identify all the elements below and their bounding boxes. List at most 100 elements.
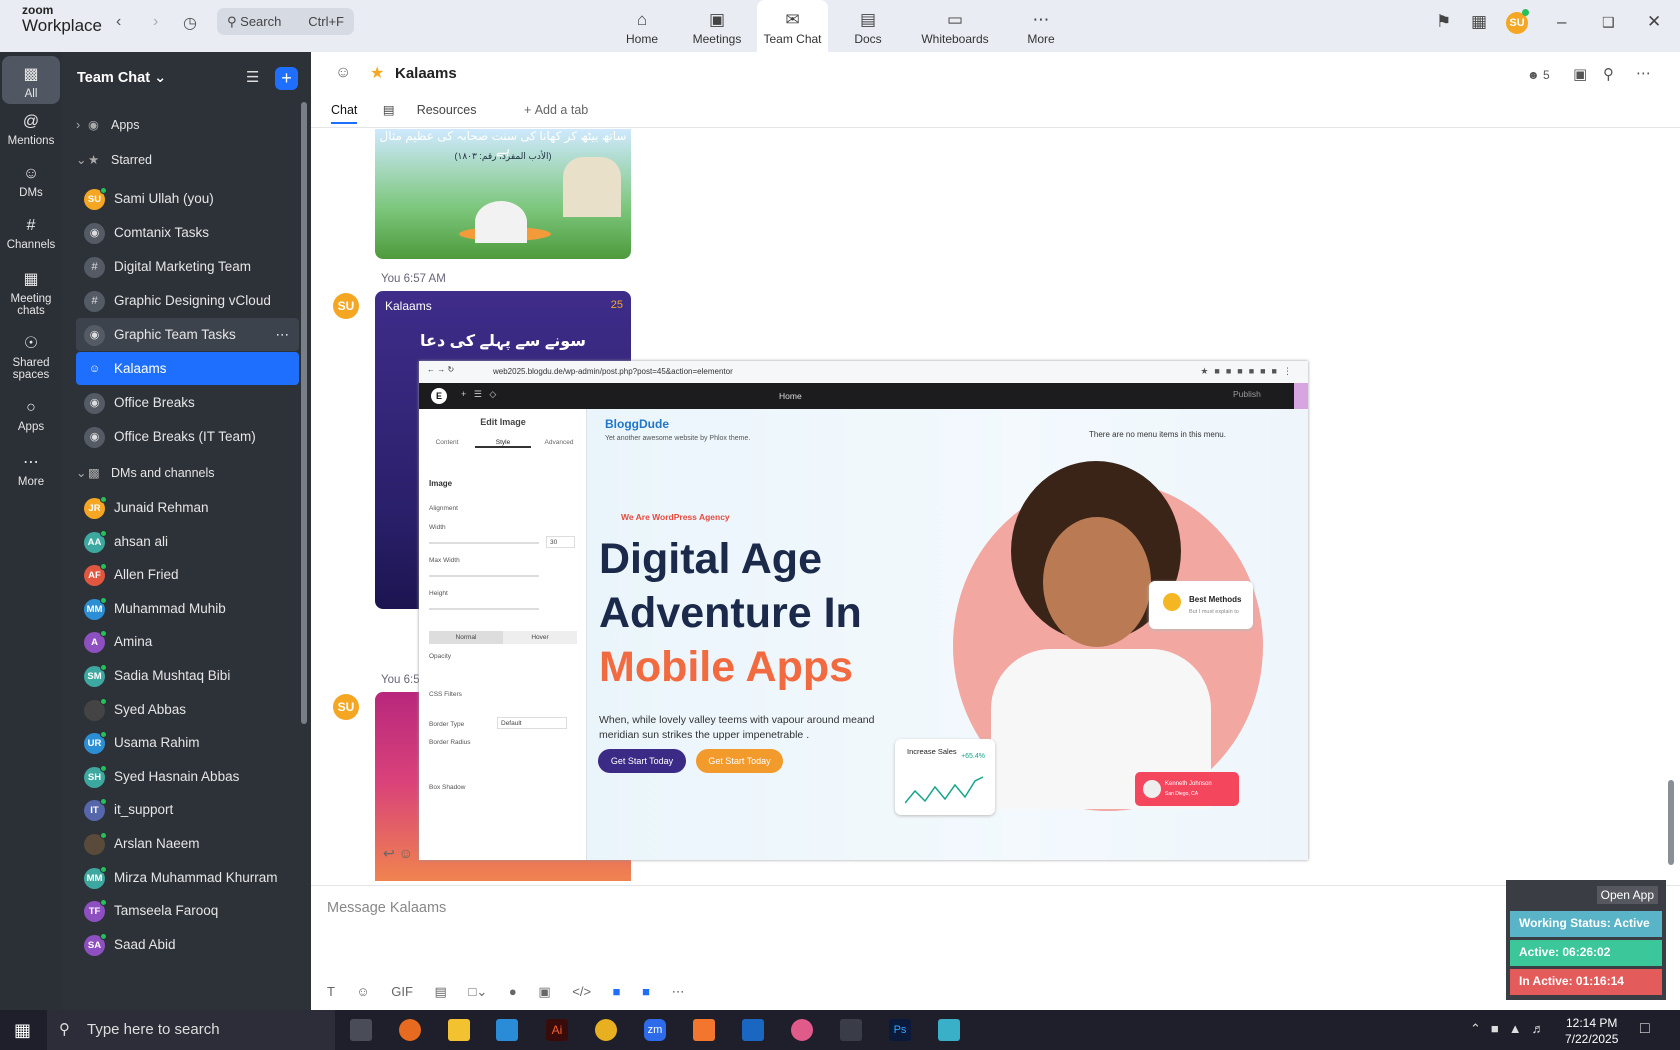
star-icon[interactable]: ★ [370,63,384,83]
sidebar-item-sami-ullah[interactable]: SU Sami Ullah (you) [76,182,299,215]
rail-more[interactable]: ⋯ More [2,452,60,488]
outlook-icon[interactable] [742,1019,764,1041]
video-icon[interactable]: ▣ [538,984,550,999]
message-image[interactable]: ساتھ بیٹھ کر کھانا کی سنت صحابہ کی عظیم … [375,129,631,259]
search-icon[interactable]: ⚲ [1603,65,1614,83]
notification-icon[interactable]: □ [1640,1020,1650,1038]
clock[interactable]: 12:14 PM 7/22/2025 [1565,1015,1618,1047]
code-icon[interactable]: </> [572,984,591,999]
bell-icon[interactable]: ⚑ [1436,12,1451,32]
sidebar-dm-item[interactable]: SM Sadia Mushtaq Bibi [76,659,299,692]
minimize-icon[interactable]: – [1557,12,1566,32]
emoji-icon[interactable]: ☺ [356,984,369,999]
section-apps[interactable]: › ◉ Apps [76,109,299,142]
windows-start-icon[interactable]: ▦ [14,1020,31,1041]
sidebar-dm-item[interactable]: TF Tamseela Farooq [76,894,299,927]
rail-meeting-chats[interactable]: ▦ Meeting chats [2,269,60,317]
chrome-icon[interactable] [595,1019,617,1041]
file-explorer-icon[interactable] [448,1019,470,1041]
tab-meetings[interactable]: ▣ Meetings [688,0,746,52]
sidebar-item-digital-marketing[interactable]: # Digital Marketing Team [76,250,299,283]
channel-title[interactable]: Kalaams [395,65,457,82]
screenshot-icon[interactable]: □⌄ [468,984,487,999]
more-icon[interactable]: ⋯ [1636,64,1651,82]
sidebar-dm-item[interactable]: MM Mirza Muhammad Khurram [76,861,299,894]
rail-all[interactable]: ▩ All [2,56,60,104]
elementor-screenshot[interactable]: ← → ↻ web2025.blogdu.de/wp-admin/post.ph… [419,361,1308,860]
sidebar-dm-item[interactable]: IT it_support [76,793,299,826]
sidebar-item-graphic-team-tasks[interactable]: ◉ Graphic Team Tasks ⋯ [76,318,299,351]
sidebar-dm-item[interactable]: SA Saad Abid [76,928,299,961]
rail-mentions[interactable]: @ Mentions [2,113,60,147]
open-app-button[interactable]: Open App [1596,886,1658,904]
tab-whiteboards[interactable]: ▭ Whiteboards [915,0,995,52]
photoshop-icon[interactable]: Ps [889,1019,911,1041]
tab-chat[interactable]: Chat [331,103,358,124]
message-input[interactable]: Message Kalaams [327,900,446,916]
vscode-icon[interactable] [496,1019,518,1041]
app-icon[interactable] [938,1019,960,1041]
sidebar-item-office-breaks[interactable]: ◉ Office Breaks [76,386,299,419]
close-icon[interactable]: ✕ [1647,12,1661,32]
sidebar-dm-item[interactable]: AA ahsan ali [76,525,299,558]
sidebar-item-office-breaks-it[interactable]: ◉ Office Breaks (IT Team) [76,420,299,453]
section-starred[interactable]: ⌄ ★ Starred [76,144,299,177]
avatar[interactable]: SU [333,293,359,319]
calendar-icon[interactable]: ▦ [1471,12,1487,32]
sidebar-item-graphic-designing[interactable]: # Graphic Designing vCloud [76,284,299,317]
sidebar-dm-item[interactable]: SH Syed Hasnain Abbas [76,760,299,793]
search-input[interactable]: ⚲ Search Ctrl+F [217,8,354,35]
new-chat-button[interactable]: + [275,67,298,90]
tab-more[interactable]: ⋯ More [1022,0,1060,52]
xampp-icon[interactable] [693,1019,715,1041]
whiteboard-icon[interactable]: ■ [642,984,650,999]
section-dms-channels[interactable]: ⌄ ▩ DMs and channels [76,457,299,490]
sidebar-dm-item[interactable]: JR Junaid Rehman [76,491,299,524]
emoji-icon[interactable]: ☺ [399,845,413,861]
sidebar-dm-item[interactable]: Syed Abbas [76,693,299,726]
avatar[interactable]: SU [333,694,359,720]
back-icon[interactable]: ‹ [116,13,121,31]
forward-icon[interactable]: › [153,13,158,31]
taskbar-search[interactable]: ⚲ Type here to search [47,1010,335,1050]
tab-docs[interactable]: ▤ Docs [848,0,888,52]
rail-shared-spaces[interactable]: ☉ Shared spaces [2,333,60,381]
maximize-icon[interactable]: ❑ [1602,14,1615,31]
tab-team-chat[interactable]: ✉ Team Chat [757,0,828,52]
app-icon[interactable]: ■ [613,984,621,999]
sidebar-dm-item[interactable]: AF Allen Fried [76,558,299,591]
file-icon[interactable]: ▤ [435,984,447,999]
sidebar-dm-item[interactable]: UR Usama Rahim [76,726,299,759]
tab-home[interactable]: ⌂ Home [620,0,664,52]
history-icon[interactable]: ◷ [183,13,197,33]
more-icon[interactable]: ⋯ [276,318,290,351]
sidebar-dm-item[interactable]: A Amina [76,625,299,658]
mic-icon[interactable]: ● [509,984,517,999]
reply-icon[interactable]: ↩ [383,845,395,861]
filter-icon[interactable]: ☰ [246,68,259,86]
format-icon[interactable]: T [327,984,335,999]
chat-scrollbar[interactable] [1668,780,1674,865]
rail-apps[interactable]: ○ Apps [2,399,60,433]
sidebar-title[interactable]: Team Chat ⌄ [77,70,166,86]
sidebar-dm-item[interactable]: MM Muhammad Muhib [76,592,299,625]
zoom-taskbar-icon[interactable]: zm [644,1019,666,1041]
more-icon[interactable]: ⋯ [672,984,685,999]
creative-cloud-icon[interactable] [791,1019,813,1041]
sidebar-dm-item[interactable]: Arslan Naeem [76,827,299,860]
rail-dms[interactable]: ☺ DMs [2,165,60,199]
sidebar-scrollbar[interactable] [301,102,307,724]
illustrator-icon[interactable]: Ai [546,1019,568,1041]
members-count[interactable]: ☻ 5 [1527,68,1550,82]
tab-resources[interactable]: ▤ Resources [383,102,499,127]
sidebar-item-kalaams[interactable]: ☺ Kalaams [76,352,299,385]
rail-channels[interactable]: # Channels [2,217,60,251]
system-tray-icons[interactable]: ⌃■▲♬ [1470,1021,1555,1037]
add-tab-button[interactable]: + Add a tab [524,103,610,127]
task-view-icon[interactable] [350,1019,372,1041]
video-icon[interactable]: ▣ [1573,65,1587,83]
firefox-icon[interactable] [399,1019,421,1041]
sidebar-item-comtanix-tasks[interactable]: ◉ Comtanix Tasks [76,216,299,249]
gif-icon[interactable]: GIF [391,984,413,999]
pen-tool-icon[interactable] [840,1019,862,1041]
